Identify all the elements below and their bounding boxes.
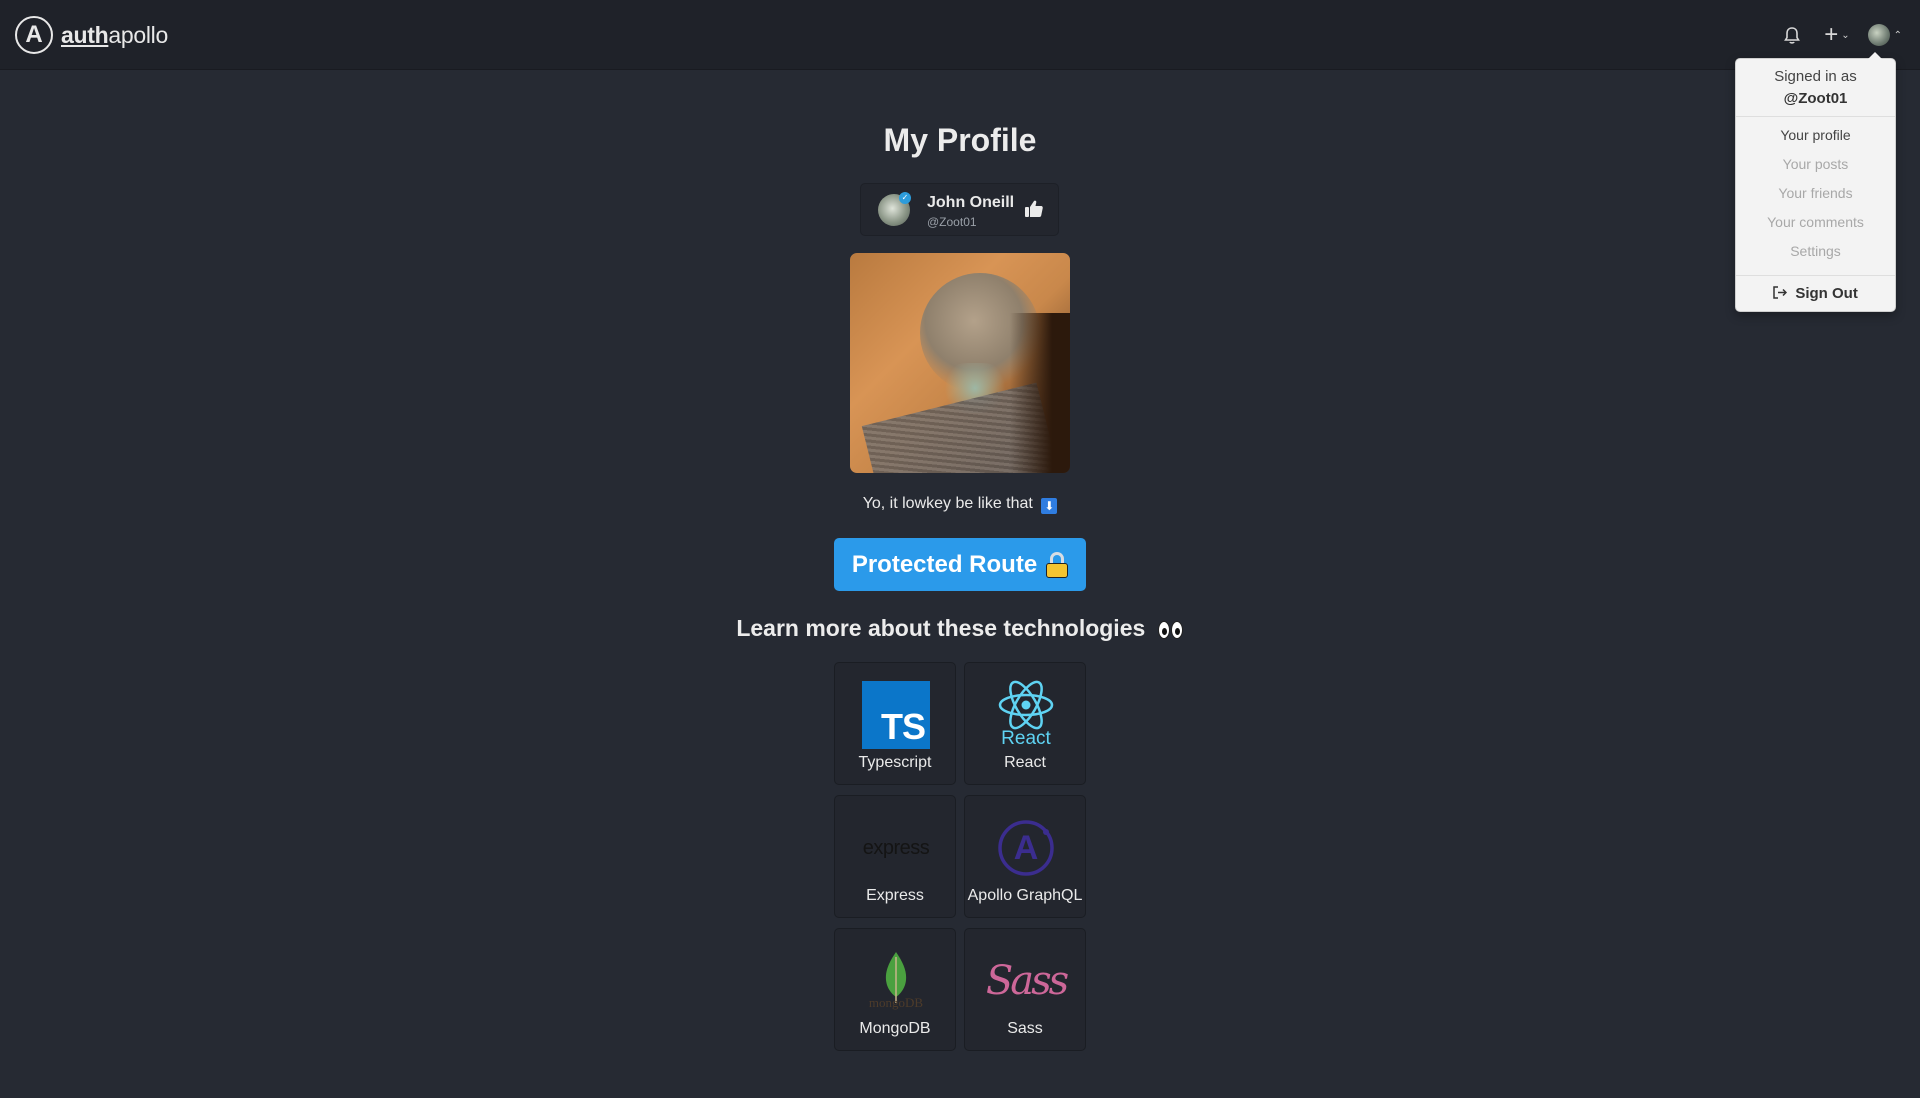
technologies-heading-text: Learn more about these technologies [736,615,1146,641]
protected-route-button[interactable]: Protected Route [834,538,1086,591]
navbar-actions: + ⌄ ⌃ [1780,20,1902,50]
tech-card-apollo-graphql[interactable]: A Apollo GraphQL [964,795,1086,918]
menu-item-your-friends[interactable]: Your friends [1736,179,1895,208]
bell-icon[interactable] [1780,23,1804,47]
tech-card-mongodb[interactable]: mongoDB MongoDB [834,928,956,1051]
dropdown-header: Signed in as @Zoot01 [1736,59,1895,117]
technologies-grid: TS Typescript React React express Expres… [834,662,1088,1051]
user-dropdown-menu: Signed in as @Zoot01 Your profile Your p… [1735,52,1896,312]
signed-in-username: @Zoot01 [1783,90,1848,107]
typescript-logo-text: TS [880,706,926,747]
menu-item-settings[interactable]: Settings [1736,237,1895,266]
page-title: My Profile [883,122,1037,158]
image-shadow [1010,313,1070,473]
react-logo-icon: React [991,680,1061,750]
user-card: ✓ John Oneill @Zoot01 [860,183,1059,236]
express-logo-icon: express [861,813,931,883]
apollo-logo-text: A [1013,829,1039,867]
tech-card-react[interactable]: React React [964,662,1086,785]
verified-badge-icon: ✓ [899,192,911,204]
thumbs-up-icon[interactable] [1024,199,1044,221]
eyes-icon [1157,618,1184,645]
apollo-graphql-logo-icon: A [991,813,1061,883]
brand-logo-link[interactable]: A authapollo [15,15,168,55]
user-handle: @Zoot01 [927,215,977,229]
brand-name-bold: auth [61,21,109,48]
sign-out-label: Sign Out [1795,285,1858,302]
profile-gif-image [850,253,1070,473]
tech-label: Typescript [858,754,932,771]
user-name: John Oneill [927,194,1015,211]
tech-label: Apollo GraphQL [967,887,1083,904]
avatar[interactable] [1867,24,1890,46]
typescript-logo-icon: TS [861,680,931,750]
down-arrow-icon: ⬇ [1041,498,1058,514]
menu-item-your-comments[interactable]: Your comments [1736,208,1895,237]
caption-text: Yo, it lowkey be like that [862,495,1033,512]
express-logo-text: express [862,836,930,859]
plus-icon[interactable]: + [1824,23,1838,47]
tech-label: Express [866,887,924,904]
sign-out-button[interactable]: Sign Out [1736,276,1895,312]
chevron-down-icon[interactable]: ⌄ [1841,30,1849,41]
brand-name: authapollo [61,22,168,49]
signed-in-label: Signed in as [1774,68,1857,85]
tech-label: MongoDB [859,1020,931,1037]
tech-card-sass[interactable]: Sass Sass [964,928,1086,1051]
lock-icon [1046,551,1069,578]
tech-label: React [1004,754,1046,771]
chevron-up-icon[interactable]: ⌃ [1894,30,1902,41]
tech-label: Sass [1007,1020,1043,1037]
sass-logo-text: Sass [985,958,1069,1004]
profile-caption: Yo, it lowkey be like that ⬇ [0,495,1920,514]
tech-card-typescript[interactable]: TS Typescript [834,662,956,785]
apollo-logo-icon: A [15,16,53,54]
brand-name-light: apollo [108,21,168,48]
protected-route-label: Protected Route [851,550,1038,578]
technologies-heading: Learn more about these technologies [0,615,1920,645]
mongodb-logo-icon: mongoDB [861,946,931,1016]
sass-logo-icon: Sass [986,946,1069,1016]
top-navbar: A authapollo + ⌄ ⌃ [0,0,1920,70]
tech-card-express[interactable]: express Express [834,795,956,918]
react-logo-text: React [1001,728,1051,749]
sign-out-icon [1773,285,1791,302]
mongodb-logo-text: mongoDB [868,995,924,1010]
